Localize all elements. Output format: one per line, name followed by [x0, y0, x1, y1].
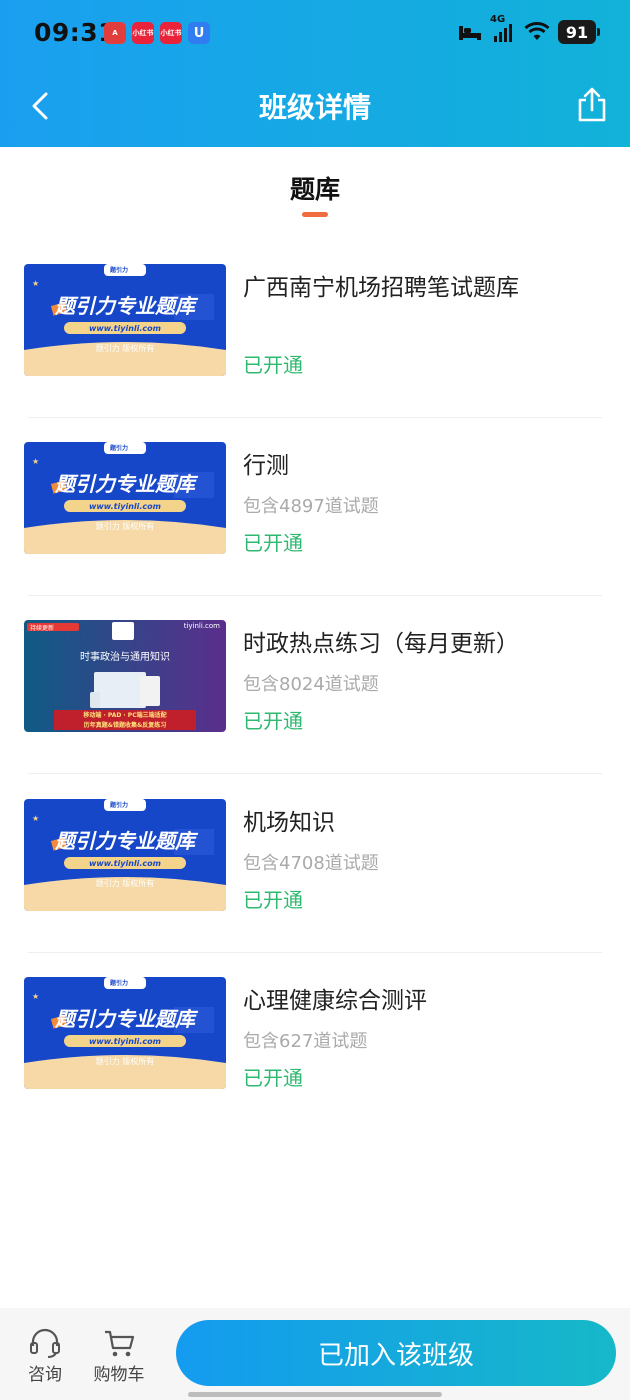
notification-icons: A 小红书 小红书 U [104, 22, 210, 44]
consult-label: 咨询 [28, 1365, 62, 1385]
bottom-bar: 咨询 购物车 已加入该班级 [0, 1308, 630, 1400]
tab-label: 题库 [289, 175, 340, 204]
item-status: 已开通 [243, 709, 303, 733]
course-thumbnail: ★ 题引力 题引力专业题库 www.tiyinli.com 题引力 版权所有 [24, 442, 226, 554]
thumb-title: 题引力专业题库 [55, 294, 195, 318]
list-item[interactable]: ★ 题引力 题引力专业题库 www.tiyinli.com 题引力 版权所有 行… [0, 418, 630, 596]
thumb-brand: 题引力 [110, 445, 129, 452]
item-title: 心理健康综合测评 [243, 988, 427, 1014]
status-right: 4G 91 [458, 14, 600, 44]
thumb-feature-2: 历年真题&错题收集&反复练习 [83, 722, 167, 729]
cart-label: 购物车 [93, 1365, 145, 1385]
course-thumbnail: 持续更新 tiyinli.com 时事政治与通用知识 移动端 · PAD · P… [24, 620, 226, 732]
battery-indicator: 91 [558, 20, 600, 44]
headset-icon [30, 1328, 60, 1358]
item-status: 已开通 [243, 1066, 303, 1090]
svg-text:★: ★ [32, 992, 39, 1001]
course-thumbnail: ★ 题引力 题引力专业题库 www.tiyinli.com 题引力 版权所有 [24, 799, 226, 911]
list-item[interactable]: 持续更新 tiyinli.com 时事政治与通用知识 移动端 · PAD · P… [0, 596, 630, 774]
item-status: 已开通 [243, 353, 303, 377]
wifi-icon [524, 22, 550, 40]
item-status: 已开通 [243, 888, 303, 912]
thumb-site: tiyinli.com [183, 622, 220, 630]
app-a-icon: A [104, 22, 126, 44]
tab-indicator [302, 212, 328, 217]
item-title: 广西南宁机场招聘笔试题库 [243, 275, 519, 301]
divider [28, 773, 602, 774]
thumb-url: www.tiyinli.com [88, 324, 161, 333]
thumb-url: www.tiyinli.com [88, 1037, 161, 1046]
consult-button[interactable]: 咨询 [15, 1328, 75, 1385]
svg-text:★: ★ [32, 457, 39, 466]
thumb-copyright: 题引力 版权所有 [95, 879, 155, 888]
thumb-feature-1: 移动端 · PAD · PC端三端适配 [83, 712, 167, 719]
thumb-title: 时事政治与通用知识 [80, 652, 170, 663]
header: 09:31 A 小红书 小红书 U 4G 91 班级详情 [0, 0, 630, 147]
item-title: 机场知识 [243, 810, 335, 836]
signal-icon: 4G [490, 14, 516, 44]
item-count: 包含4897道试题 [243, 496, 379, 517]
thumb-brand: 题引力 [110, 267, 129, 274]
item-status: 已开通 [243, 531, 303, 555]
page-title: 班级详情 [258, 91, 371, 124]
xiaohongshu-icon: 小红书 [132, 22, 154, 44]
share-icon[interactable] [574, 86, 610, 124]
nav-bar: 班级详情 [0, 76, 630, 136]
course-thumbnail: ★ 题引力 题引力专业题库 www.tiyinli.com 题引力 版权所有 [24, 264, 226, 376]
status-bar: 09:31 A 小红书 小红书 U 4G 91 [0, 0, 630, 68]
svg-text:★: ★ [32, 814, 39, 823]
xiaohongshu-icon: 小红书 [160, 22, 182, 44]
item-count: 包含8024道试题 [243, 674, 379, 695]
list-item[interactable]: ★ 题引力 题引力专业题库 www.tiyinli.com 题引力 版权所有 机… [0, 775, 630, 953]
thumb-copyright: 题引力 版权所有 [95, 522, 155, 531]
thumb-badge: 持续更新 [30, 625, 55, 632]
thumb-copyright: 题引力 版权所有 [95, 1057, 155, 1066]
thumb-title: 题引力专业题库 [55, 472, 195, 496]
course-thumbnail: ★ 题引力 题引力专业题库 www.tiyinli.com 题引力 版权所有 [24, 977, 226, 1089]
item-count: 包含4708道试题 [243, 853, 379, 874]
thumb-copyright: 题引力 版权所有 [95, 344, 155, 353]
thumb-title: 题引力专业题库 [55, 829, 195, 853]
svg-text:★: ★ [32, 279, 39, 288]
cart-button[interactable]: 购物车 [88, 1328, 150, 1385]
thumb-brand: 题引力 [110, 802, 129, 809]
item-title: 行测 [243, 453, 289, 479]
thumb-title: 题引力专业题库 [55, 1007, 195, 1031]
thumb-url: www.tiyinli.com [88, 859, 161, 868]
item-count: 包含627道试题 [243, 1031, 368, 1052]
list-item[interactable]: ★ 题引力 题引力专业题库 www.tiyinli.com 题引力 版权所有 心… [0, 953, 630, 1131]
u-app-icon: U [188, 22, 210, 44]
cart-icon [105, 1330, 135, 1357]
joined-class-button[interactable]: 已加入该班级 [176, 1320, 616, 1386]
item-title: 时政热点练习（每月更新） [243, 631, 519, 657]
tab-question-bank[interactable]: 题库 [0, 170, 630, 206]
bed-icon [459, 26, 481, 40]
home-indicator [188, 1392, 442, 1397]
list-item[interactable]: ★ 题引力 题引力专业题库 www.tiyinli.com 题引力 版权所有 广… [0, 240, 630, 418]
thumb-url: www.tiyinli.com [88, 502, 161, 511]
thumb-brand: 题引力 [110, 980, 129, 987]
